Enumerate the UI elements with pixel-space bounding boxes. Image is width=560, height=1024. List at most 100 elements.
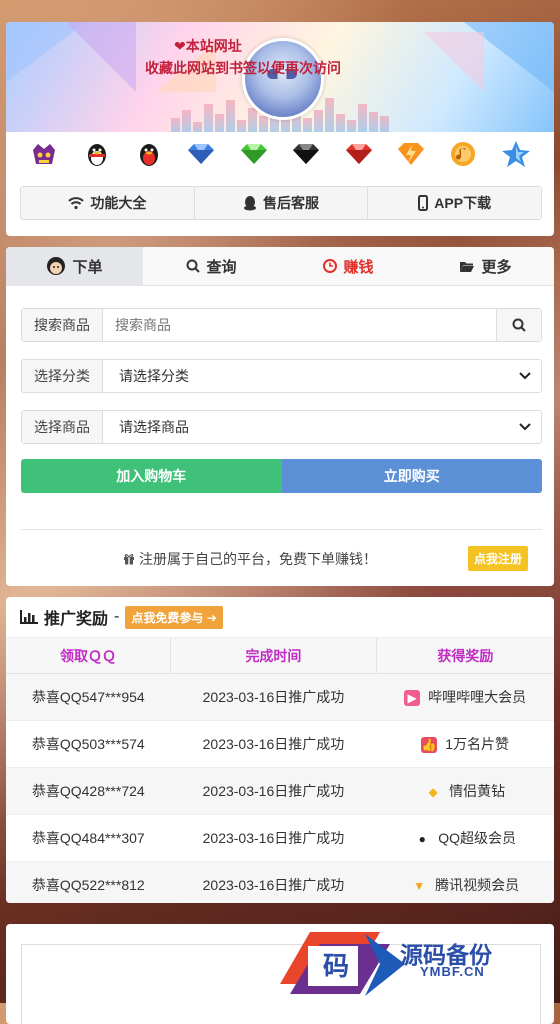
row-time: 2023-03-16日推广成功: [170, 814, 377, 862]
music-note-icon[interactable]: [448, 139, 478, 169]
site-url-title: ❤本站网址: [174, 38, 242, 54]
search-label: 搜索商品: [22, 309, 103, 341]
tab-query[interactable]: 查询: [143, 247, 280, 285]
row-reward: 👍 1万名片赞: [376, 720, 554, 768]
row-qq: 恭喜QQ522***812: [6, 861, 171, 903]
search-button[interactable]: [496, 309, 541, 341]
avatar[interactable]: [242, 38, 324, 120]
row-time: 2023-03-16日推广成功: [170, 861, 377, 903]
row-qq: 恭喜QQ484***307: [6, 814, 171, 862]
column-header-qq: 领取ＱＱ: [6, 638, 172, 674]
table-row: 恭喜QQ428***724 2023-03-16日推广成功 ◆ 情侣黄钻: [6, 767, 554, 815]
watermark-logo-char: 码: [323, 952, 350, 982]
bookmark-hint: 收藏此网站到书签以便再次访问: [145, 60, 341, 76]
tab-order[interactable]: 下单: [6, 247, 143, 285]
star-icon[interactable]: [501, 139, 531, 169]
column-header-time: 完成时间: [170, 638, 377, 674]
diamond-orange-icon[interactable]: [396, 139, 426, 169]
wifi-icon: [68, 197, 85, 210]
promo-dash: -: [114, 608, 120, 625]
row-qq: 恭喜QQ547***954: [6, 673, 171, 721]
row-time: 2023-03-16日推广成功: [170, 767, 377, 815]
category-label: 选择分类: [22, 360, 103, 392]
row-reward-label: 哔哩哔哩大会员: [428, 689, 527, 705]
row-time: 2023-03-16日推广成功: [170, 720, 377, 768]
gift-icon: [124, 553, 134, 565]
chevron-down-icon: [519, 372, 531, 380]
order-card: 下单 查询 赚钱 更多 搜索商品 选择分类 请选择分类 选择商品: [6, 247, 554, 586]
features-button[interactable]: 功能大全: [21, 187, 195, 219]
profile-card: 功能大全 售后客服 APP下载: [6, 22, 554, 236]
diamond-blue-icon[interactable]: [186, 139, 216, 169]
row-reward-label: 腾讯视频会员: [435, 877, 520, 893]
vip-icons-row: [6, 132, 554, 176]
thumbs-up-icon: 👍: [421, 737, 438, 754]
register-button[interactable]: 点我注册: [467, 546, 528, 571]
app-label: APP下载: [434, 195, 492, 211]
order-actions: 加入购物车 立即购买: [21, 459, 542, 493]
promo-join-button[interactable]: 点我免费参与 ➔: [125, 605, 223, 629]
product-row: 选择商品 请选择商品: [21, 410, 542, 444]
register-text: 注册属于自己的平台，免费下单赚钱！: [139, 550, 377, 567]
add-to-cart-button[interactable]: 加入购物车: [21, 459, 282, 493]
qq-penguin-red-icon[interactable]: [134, 139, 164, 169]
product-value: 请选择商品: [119, 419, 189, 435]
row-qq: 恭喜QQ503***574: [6, 720, 171, 768]
tab-query-label: 查询: [206, 258, 237, 276]
skull-crown-icon[interactable]: [29, 139, 59, 169]
qq-penguin-icon: ●: [418, 832, 426, 847]
row-qq: 恭喜QQ428***724: [6, 767, 171, 815]
qq-penguin-icon[interactable]: [82, 139, 112, 169]
diamond-green-icon[interactable]: [239, 139, 269, 169]
app-download-button[interactable]: APP下载: [368, 187, 542, 219]
row-reward: ● QQ超级会员: [376, 814, 554, 862]
promo-header: 推广奖励 - 点我免费参与 ➔: [6, 597, 554, 638]
product-label: 选择商品: [22, 411, 103, 443]
search-icon: [512, 318, 526, 332]
mobile-icon: [418, 195, 429, 211]
bilibili-icon: ▶: [404, 690, 421, 707]
promo-join-label: 点我免费参与: [131, 610, 204, 625]
tencent-video-icon: ▼: [413, 879, 426, 894]
search-row: 搜索商品: [21, 308, 542, 342]
buy-now-button[interactable]: 立即购买: [281, 459, 542, 493]
row-reward: ▶ 哔哩哔哩大会员: [376, 673, 554, 721]
arrow-right-icon: ➔: [206, 610, 217, 625]
clock-icon: [323, 259, 338, 273]
table-row: 恭喜QQ503***574 2023-03-16日推广成功 👍 1万名片赞: [6, 720, 554, 768]
service-button[interactable]: 售后客服: [194, 187, 369, 219]
diamond-red-icon[interactable]: [344, 139, 374, 169]
tab-order-label: 下单: [72, 258, 103, 276]
qq-icon: [244, 196, 256, 211]
bar-chart-icon: [20, 610, 38, 624]
search-input[interactable]: [103, 309, 496, 341]
tab-more[interactable]: 更多: [417, 247, 554, 285]
search-icon: [186, 259, 201, 273]
quick-nav: 功能大全 售后客服 APP下载: [20, 186, 542, 220]
row-reward: ◆ 情侣黄钻: [376, 767, 554, 815]
row-reward-label: QQ超级会员: [438, 830, 517, 846]
diamond-black-icon[interactable]: [291, 139, 321, 169]
table-row: 恭喜QQ547***954 2023-03-16日推广成功 ▶ 哔哩哔哩大会员: [6, 673, 554, 721]
tab-earn-label: 赚钱: [343, 258, 374, 276]
promo-title: 推广奖励: [44, 611, 109, 628]
promo-card: 推广奖励 - 点我免费参与 ➔ 领取ＱＱ 完成时间 获得奖励 恭喜QQ547**…: [6, 597, 554, 903]
chevron-down-icon: [519, 423, 531, 431]
category-select[interactable]: 请选择分类: [103, 360, 541, 392]
yellow-diamond-icon: ◆: [428, 785, 438, 800]
table-row: 恭喜QQ484***307 2023-03-16日推广成功 ● QQ超级会员: [6, 814, 554, 862]
row-reward-label: 情侣黄钻: [449, 783, 506, 799]
tab-earn[interactable]: 赚钱: [280, 247, 417, 285]
promo-table: 领取ＱＱ 完成时间 获得奖励 恭喜QQ547***954 2023-03-16日…: [6, 638, 554, 903]
face-icon: [47, 257, 66, 275]
register-row: 注册属于自己的平台，免费下单赚钱！ 点我注册: [123, 546, 528, 571]
service-label: 售后客服: [263, 195, 319, 211]
main-tabs: 下单 查询 赚钱 更多: [6, 247, 554, 286]
row-time: 2023-03-16日推广成功: [170, 673, 377, 721]
tab-more-label: 更多: [481, 258, 512, 276]
category-row: 选择分类 请选择分类: [21, 359, 542, 393]
column-header-reward: 获得奖励: [376, 638, 554, 674]
row-reward-label: 1万名片赞: [445, 736, 510, 752]
product-select[interactable]: 请选择商品: [103, 411, 541, 443]
table-row: 恭喜QQ522***812 2023-03-16日推广成功 ▼ 腾讯视频会员: [6, 861, 554, 903]
